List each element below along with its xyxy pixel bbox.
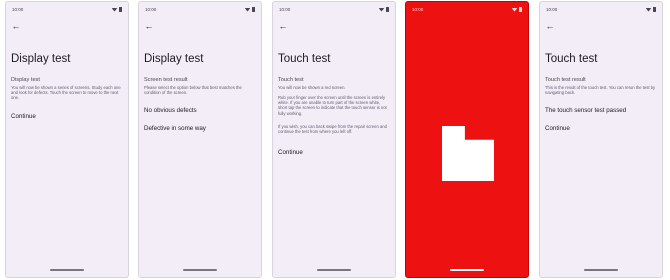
instructions-text-2: Rub your finger over the screen until th… [278,95,387,116]
wifi-icon [112,7,117,12]
option-no-obvious-defects[interactable]: No obvious defects [144,107,197,115]
continue-button[interactable]: Continue [278,149,303,157]
status-bar: 10:00 [412,7,522,14]
continue-button[interactable]: Continue [545,125,570,133]
status-bar: 10:00 [546,7,656,14]
back-arrow-icon[interactable]: ← [10,20,22,32]
instructions-text: You will now be shown a red screen. [278,85,346,90]
page-title: Display test [144,53,204,65]
screen-display-test: 10:00 ← Display test Display test You wi… [5,1,129,278]
gesture-bar[interactable] [50,269,84,271]
back-arrow-icon[interactable]: ← [277,20,289,32]
battery-icon [653,7,656,12]
result-text: The touch sensor test passed [545,107,627,114]
battery-icon [386,7,389,12]
screen-touch-test: 10:00 ← Touch test Touch test You will n… [272,1,396,278]
status-time: 10:00 [12,7,24,12]
wifi-icon [512,7,517,12]
battery-icon [519,7,522,12]
status-time: 10:00 [412,7,424,12]
section-heading: Screen test result [144,77,188,83]
touched-area [442,126,494,181]
screen-touch-test-result: 10:00 ← Touch test Touch test result Thi… [539,1,663,278]
status-time: 10:00 [546,7,558,12]
battery-icon [119,7,122,12]
section-heading: Display test [11,77,40,83]
screen-touch-canvas[interactable]: 10:00 [405,1,529,278]
status-time: 10:00 [279,7,291,12]
page-title: Touch test [278,53,331,65]
back-arrow-icon[interactable]: ← [143,20,155,32]
gesture-bar[interactable] [584,269,618,271]
wifi-icon [379,7,384,12]
gesture-bar[interactable] [183,269,217,271]
continue-button[interactable]: Continue [11,113,36,121]
option-defective[interactable]: Defective in some way [144,125,206,133]
screen-display-test-result: 10:00 ← Display test Screen test result … [138,1,262,278]
instructions-text: This is the result of the touch test. Yo… [545,85,656,96]
instructions-text: Please select the option below that best… [144,85,242,96]
status-time: 10:00 [145,7,157,12]
gesture-bar[interactable] [450,269,484,271]
status-bar: 10:00 [12,7,122,14]
battery-icon [252,7,255,12]
page-title: Display test [11,53,71,65]
gesture-bar[interactable] [317,269,351,271]
section-heading: Touch test result [545,77,586,83]
section-heading: Touch test [278,77,304,83]
instructions-text: You will now be shown a series of screen… [11,85,121,101]
wifi-icon [646,7,651,12]
back-arrow-icon[interactable]: ← [544,20,556,32]
instructions-text-3: If you wish, you can back swipe from the… [278,124,387,135]
wifi-icon [245,7,250,12]
status-bar: 10:00 [145,7,255,14]
page-title: Touch test [545,53,598,65]
status-bar: 10:00 [279,7,389,14]
